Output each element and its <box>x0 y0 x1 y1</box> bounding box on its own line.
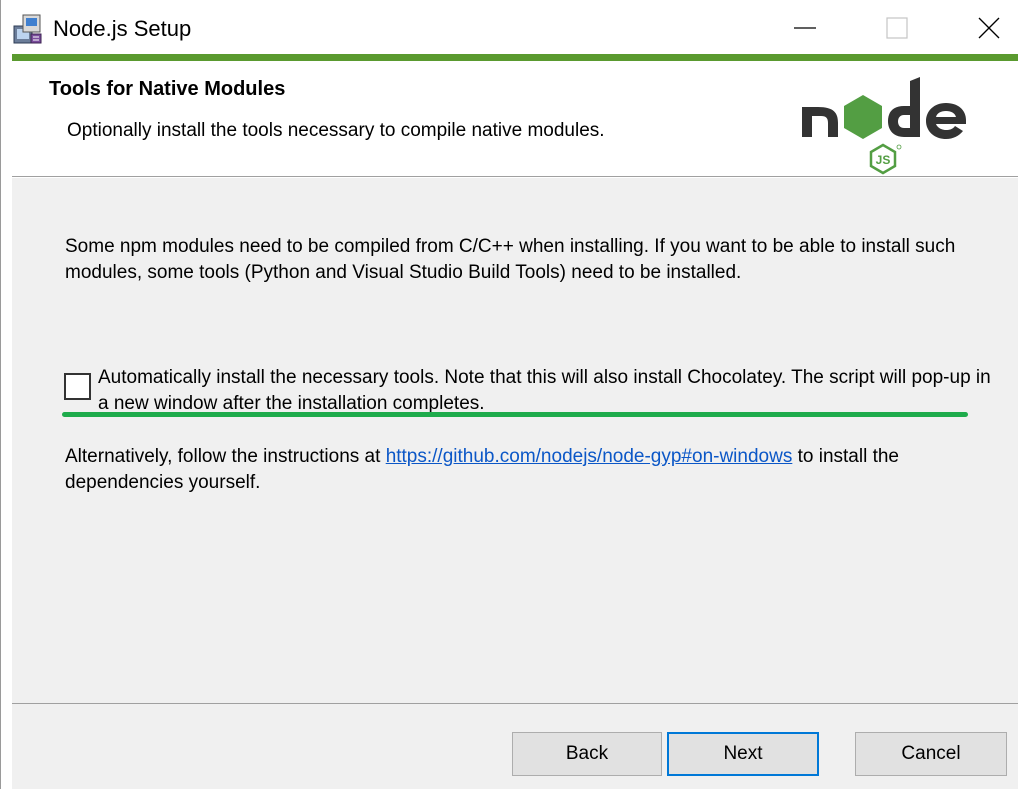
alternative-text-before: Alternatively, follow the instructions a… <box>65 446 386 467</box>
close-button[interactable] <box>961 0 1017 56</box>
title-accent-bar <box>12 54 1018 61</box>
nodejs-logo-badge: JS <box>876 153 891 167</box>
cancel-button[interactable]: Cancel <box>855 732 1007 776</box>
auto-install-label[interactable]: Automatically install the necessary tool… <box>98 365 998 417</box>
maximize-icon <box>886 17 908 39</box>
intro-text: Some npm modules need to be compiled fro… <box>65 236 956 283</box>
title-bar: Node.js Setup <box>1 0 1018 56</box>
nodejs-logo: JS <box>802 77 966 175</box>
maximize-button <box>869 0 925 56</box>
minimize-button[interactable] <box>777 0 833 56</box>
auto-install-checkbox[interactable] <box>64 373 91 400</box>
page-title: Tools for Native Modules <box>49 78 286 100</box>
content-area: Some npm modules need to be compiled fro… <box>12 178 1018 703</box>
highlight-underline <box>62 412 968 417</box>
button-bar: Back Next Cancel <box>12 703 1018 789</box>
node-gyp-link[interactable]: https://github.com/nodejs/node-gyp#on-wi… <box>386 446 793 467</box>
page-header: Tools for Native Modules Optionally inst… <box>12 61 1018 177</box>
next-button[interactable]: Next <box>667 732 819 776</box>
page-description: Optionally install the tools necessary t… <box>67 120 605 141</box>
alternative-text: Alternatively, follow the instructions a… <box>65 444 995 496</box>
setup-window: Node.js Setup Tools for Native Modules O… <box>0 0 1018 789</box>
window-title: Node.js Setup <box>53 16 192 41</box>
close-icon <box>978 17 1000 39</box>
back-button[interactable]: Back <box>512 732 662 776</box>
minimize-icon <box>794 27 816 29</box>
installer-app-icon <box>13 14 42 44</box>
